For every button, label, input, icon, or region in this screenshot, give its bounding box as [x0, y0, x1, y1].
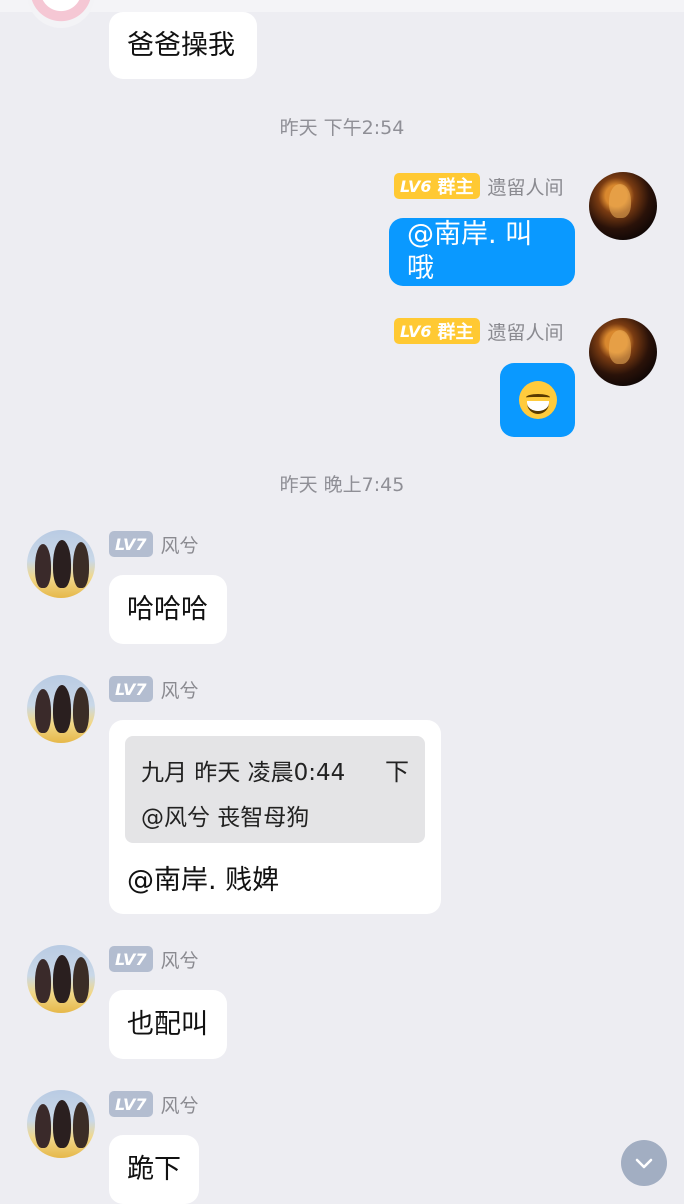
sender-name[interactable]: 风兮 — [161, 676, 199, 703]
sender-meta: LV7 风兮 — [109, 675, 199, 703]
level-text: LV7 — [115, 679, 147, 699]
message-text: @南岸. 贱婢 — [127, 865, 280, 896]
level-badge: LV7 — [109, 946, 153, 972]
level-text: LV6 — [400, 321, 432, 341]
level-badge: LV7 — [109, 676, 153, 702]
sender-name[interactable]: 风兮 — [161, 946, 199, 973]
message-text: 哈哈哈 — [127, 593, 208, 625]
message-bubble[interactable]: 哈哈哈 — [109, 575, 227, 644]
timestamp: 昨天 下午2:54 — [279, 117, 405, 139]
level-badge: LV6 群主 — [394, 173, 480, 199]
sender-meta: LV6 群主 遗留人间 — [394, 172, 564, 200]
level-text: LV7 — [115, 1094, 147, 1114]
message-bubble[interactable]: @南岸. 叫哦 — [389, 218, 575, 286]
level-text: LV7 — [115, 949, 147, 969]
role-text: 群主 — [437, 322, 474, 343]
sender-meta: LV6 群主 遗留人间 — [394, 317, 564, 345]
message-bubble[interactable] — [500, 363, 575, 437]
level-badge: LV7 — [109, 531, 153, 557]
timestamp: 昨天 晚上7:45 — [279, 474, 405, 496]
sender-name[interactable]: 遗留人间 — [488, 173, 564, 200]
level-text: LV7 — [115, 534, 147, 554]
avatar[interactable] — [27, 1090, 95, 1158]
message-bubble[interactable]: 跪下 — [109, 1135, 199, 1204]
avatar[interactable] — [27, 675, 95, 743]
grinning-face-emoji — [518, 381, 557, 419]
quote-body: @风兮 丧智母狗 — [141, 805, 310, 831]
sender-name[interactable]: 风兮 — [161, 531, 199, 558]
message-bubble[interactable]: 也配叫 — [109, 990, 227, 1059]
top-bar — [0, 0, 684, 12]
quote-header: 九月 昨天 凌晨0:44 — [141, 760, 346, 786]
chevron-down-icon — [635, 1158, 653, 1169]
message-text: 爸爸操我 — [127, 29, 235, 61]
message-text: 也配叫 — [127, 1008, 208, 1040]
sender-meta: LV7 风兮 — [109, 1090, 199, 1118]
role-text: 群主 — [437, 177, 474, 198]
avatar[interactable] — [589, 172, 657, 240]
sender-meta: LV7 风兮 — [109, 530, 199, 558]
quoted-message[interactable]: 九月 昨天 凌晨0:44 下 @风兮 丧智母狗 — [125, 736, 425, 843]
level-badge: LV7 — [109, 1091, 153, 1117]
quote-toggle[interactable]: 下 — [385, 752, 409, 787]
avatar[interactable] — [589, 318, 657, 386]
avatar[interactable] — [27, 945, 95, 1013]
level-text: LV6 — [400, 176, 432, 196]
message-bubble[interactable]: 爸爸操我 — [109, 12, 257, 79]
sender-name[interactable]: 风兮 — [161, 1091, 199, 1118]
level-badge: LV6 群主 — [394, 318, 480, 344]
avatar[interactable] — [27, 530, 95, 598]
scroll-down-button[interactable] — [621, 1140, 667, 1186]
sender-meta: LV7 风兮 — [109, 945, 199, 973]
message-text: 跪下 — [127, 1153, 181, 1185]
avatar[interactable] — [27, 0, 95, 28]
message-text: @南岸. 叫哦 — [407, 219, 533, 284]
sender-name[interactable]: 遗留人间 — [488, 318, 564, 345]
